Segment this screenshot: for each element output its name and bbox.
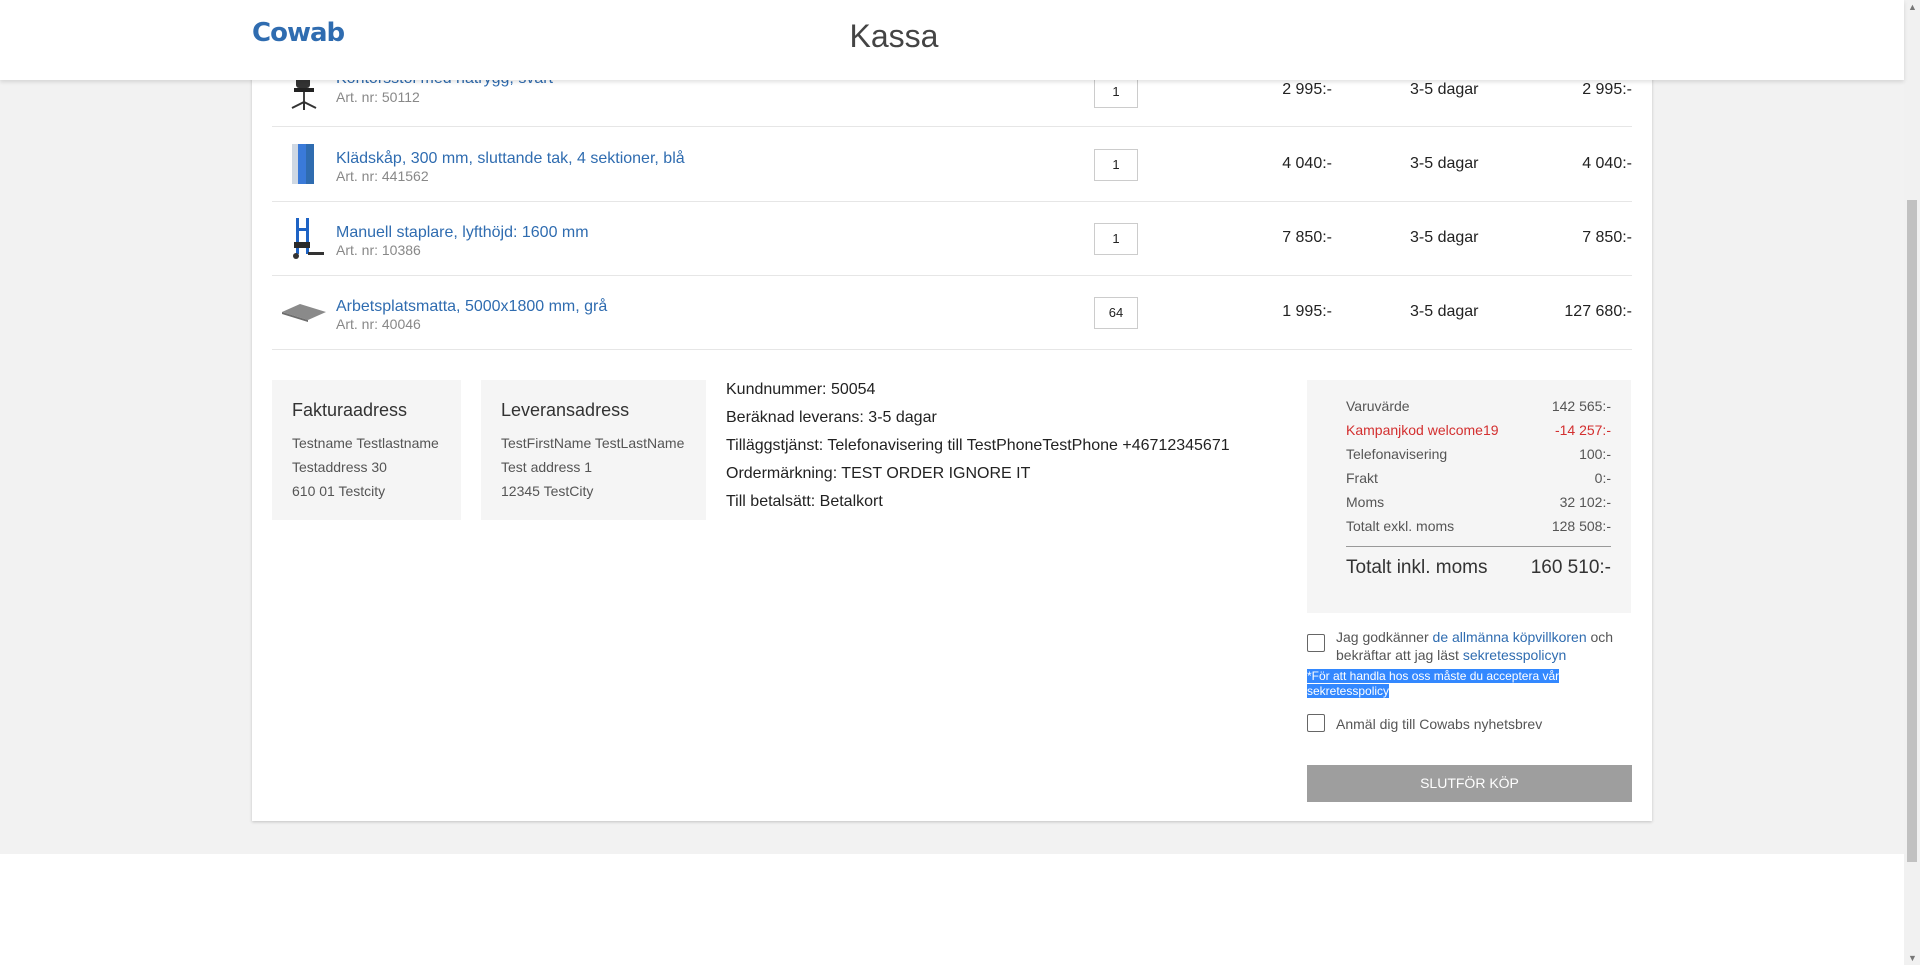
total-value: 160 510:- <box>1530 557 1611 578</box>
payment-method: Till betalsätt: Betalkort <box>726 493 883 510</box>
floor-mat-icon <box>282 304 326 322</box>
summary-value: 142 565:- <box>1551 398 1611 414</box>
summary-value: 128 508:- <box>1551 518 1611 534</box>
cart-row: Manuell staplare, lyfthöjd: 1600 mm Art.… <box>272 201 1632 276</box>
row-total: 4 040:- <box>1582 155 1632 172</box>
privacy-link[interactable]: sekretesspolicyn <box>1463 647 1567 663</box>
quantity-input[interactable]: 1 <box>1094 149 1138 181</box>
row-total: 7 850:- <box>1582 229 1632 246</box>
page-title: Kassa <box>849 18 939 54</box>
customer-number: Kundnummer: 50054 <box>726 381 876 398</box>
cart-row: Arbetsplatsmatta, 5000x1800 mm, grå Art.… <box>272 275 1632 350</box>
order-marking: Ordermärkning: TEST ORDER IGNORE IT <box>726 465 1031 482</box>
delivery-time: 3-5 dagar <box>1410 155 1479 172</box>
summary-label: Frakt <box>1346 470 1378 486</box>
delivery-time: 3-5 dagar <box>1410 229 1479 246</box>
summary-label: Telefonavisering <box>1346 446 1448 462</box>
article-number: Art. nr: 40046 <box>336 316 421 332</box>
unit-price: 4 040:- <box>1282 155 1332 172</box>
summary-value: -14 257:- <box>1554 422 1611 438</box>
address-line: Testaddress 30 <box>292 459 387 475</box>
newsletter-label: Anmäl dig till Cowabs nyhetsbrev <box>1336 716 1543 732</box>
article-number: Art. nr: 10386 <box>336 242 421 258</box>
row-total: 2 995:- <box>1582 81 1632 98</box>
terms-note-text: *För att handla hos oss måste du accepte… <box>1307 669 1560 698</box>
newsletter-checkbox[interactable] <box>1307 714 1325 732</box>
terms-required-note: *För att handla hos oss måste du accepte… <box>1307 669 1587 699</box>
terms-text: Jag godkänner de allmänna köpvillkoren o… <box>1336 628 1636 664</box>
summary-label: Varuvärde <box>1346 398 1410 414</box>
product-link[interactable]: Klädskåp, 300 mm, sluttande tak, 4 sekti… <box>336 150 685 168</box>
terms-link[interactable]: de allmänna köpvillkoren <box>1433 629 1587 645</box>
summary-value: 100:- <box>1579 446 1611 462</box>
summary-value: 0:- <box>1594 470 1611 486</box>
stacker-icon <box>293 218 324 259</box>
quantity-input[interactable]: 1 <box>1094 76 1138 108</box>
shipping-title: Leveransadress <box>501 400 630 420</box>
delivery-time: 3-5 dagar <box>1410 81 1479 98</box>
product-link[interactable]: Arbetsplatsmatta, 5000x1800 mm, grå <box>336 298 607 316</box>
shipping-address: Leveransadress TestFirstName TestLastNam… <box>481 380 706 520</box>
quantity-input[interactable]: 1 <box>1094 223 1138 255</box>
scroll-up-icon[interactable]: ▲ <box>1908 2 1917 12</box>
product-link[interactable]: Manuell staplare, lyfthöjd: 1600 mm <box>336 224 589 242</box>
summary-row-excl: Totalt exkl. moms 128 508:- <box>1346 514 1611 538</box>
wardrobe-icon <box>292 144 314 184</box>
summary-row-goods: Varuvärde 142 565:- <box>1346 394 1611 418</box>
scrollbar[interactable]: ▲ ▼ <box>1904 0 1920 965</box>
summary-value: 32 102:- <box>1559 494 1611 510</box>
summary-label: Totalt exkl. moms <box>1346 518 1455 534</box>
summary-divider <box>1346 546 1611 547</box>
scroll-down-icon[interactable]: ▼ <box>1908 953 1917 963</box>
complete-purchase-button[interactable]: SLUTFÖR KÖP <box>1307 765 1632 802</box>
address-line: 610 01 Testcity <box>292 483 386 499</box>
article-number: Art. nr: 50112 <box>336 89 420 105</box>
checkout-card: Kontorsstol med nätrygg, svart Art. nr: … <box>252 60 1652 821</box>
scroll-thumb[interactable] <box>1907 200 1917 862</box>
address-line: Testname Testlastname <box>292 435 439 451</box>
delivery-time: 3-5 dagar <box>1410 303 1479 320</box>
billing-title: Fakturaadress <box>292 400 408 420</box>
estimated-delivery: Beräknad leverans: 3-5 dagar <box>726 409 937 426</box>
summary-row-phone: Telefonavisering 100:- <box>1346 442 1611 466</box>
row-total: 127 680:- <box>1564 303 1632 320</box>
total-label: Totalt inkl. moms <box>1346 557 1488 578</box>
article-number: Art. nr: 441562 <box>336 168 429 184</box>
summary-label: Moms <box>1346 494 1385 510</box>
extra-service: Tilläggstjänst: Telefonavisering till Te… <box>726 437 1230 454</box>
terms-prefix: Jag godkänner <box>1336 629 1433 645</box>
summary-total: Totalt inkl. moms 160 510:- <box>1346 557 1611 579</box>
summary-row-campaign: Kampanjkod welcome19 -14 257:- <box>1346 418 1611 442</box>
site-header: Cowab Kassa <box>0 0 1904 80</box>
summary-row-freight: Frakt 0:- <box>1346 466 1611 490</box>
billing-address: Fakturaadress Testname Testlastname Test… <box>272 380 461 520</box>
summary-label: Kampanjkod welcome19 <box>1346 422 1499 438</box>
address-line: Test address 1 <box>501 459 593 475</box>
unit-price: 7 850:- <box>1282 229 1332 246</box>
quantity-input[interactable]: 64 <box>1094 297 1138 329</box>
address-line: TestFirstName TestLastName <box>501 435 685 451</box>
cart-row: Klädskåp, 300 mm, sluttande tak, 4 sekti… <box>272 127 1632 202</box>
address-line: 12345 TestCity <box>501 483 594 499</box>
summary-row-vat: Moms 32 102:- <box>1346 490 1611 514</box>
terms-checkbox[interactable] <box>1307 634 1325 652</box>
order-info: Kundnummer: 50054 Beräknad leverans: 3-5… <box>726 376 1230 516</box>
unit-price: 2 995:- <box>1282 81 1332 98</box>
unit-price: 1 995:- <box>1282 303 1332 320</box>
order-summary: Varuvärde 142 565:- Kampanjkod welcome19… <box>1307 380 1631 613</box>
